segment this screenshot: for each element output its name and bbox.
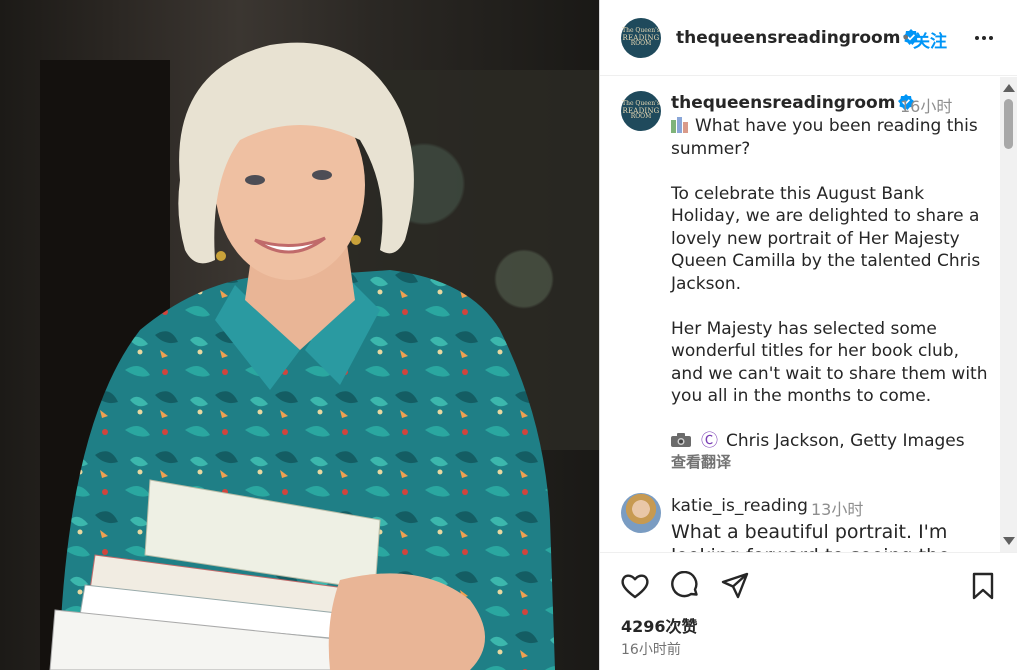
share-paper-plane-icon[interactable]	[720, 571, 750, 601]
scroll-up-arrow-icon[interactable]	[1003, 84, 1015, 92]
header-separator: •	[901, 28, 911, 47]
follow-button[interactable]: 关注	[913, 27, 947, 52]
like-heart-icon[interactable]	[620, 571, 650, 601]
caption-username-text[interactable]: thequeensreadingroom	[671, 93, 895, 113]
post-actions: 4296次赞 16小时前	[600, 552, 1017, 670]
caption-paragraph-3: Her Majesty has selected some wonderful …	[671, 318, 993, 407]
portrait-illustration	[49, 42, 555, 670]
caption-time[interactable]: 16小时	[900, 93, 952, 117]
more-options-icon[interactable]	[972, 28, 996, 48]
header-username[interactable]: thequeensreadingroom	[676, 28, 920, 48]
camera-emoji-icon	[671, 433, 691, 447]
like-count[interactable]: 4296次赞	[621, 613, 698, 637]
caption-text: What have you been reading this summer? …	[671, 115, 991, 453]
account-avatar[interactable]: The Queen's READING ROOM	[621, 18, 661, 58]
see-translation-button[interactable]: 查看翻译	[671, 451, 731, 472]
caption-paragraph-2: To celebrate this August Bank Holiday, w…	[671, 183, 986, 294]
post-timestamp[interactable]: 16小时前	[621, 639, 681, 659]
comments-list[interactable]: The Queen's READING ROOM thequeensreadin…	[600, 77, 1017, 552]
caption-username[interactable]: thequeensreadingroom	[671, 93, 915, 113]
avatar-text-line3: ROOM	[630, 113, 652, 121]
commenter-avatar[interactable]	[621, 493, 661, 533]
post-photo[interactable]	[0, 0, 599, 670]
photo-credit: Chris Jackson, Getty Images	[726, 431, 965, 451]
comment-bubble-icon[interactable]	[670, 571, 700, 601]
comment-time[interactable]: 13小时	[811, 496, 863, 520]
post-side-panel: The Queen's READING ROOM thequeensreadin…	[599, 0, 1017, 670]
comments-scrollbar[interactable]	[1000, 77, 1017, 552]
caption-line1: What have you been reading this summer?	[671, 116, 984, 159]
scroll-down-arrow-icon[interactable]	[1003, 537, 1015, 545]
commenter-username[interactable]: katie_is_reading	[671, 496, 808, 516]
copyright-icon: Ⓒ	[701, 431, 718, 451]
scrollbar-thumb[interactable]	[1004, 99, 1013, 149]
header-username-text[interactable]: thequeensreadingroom	[676, 28, 900, 48]
comment-text: What a beautiful portrait. I'm looking f…	[671, 521, 950, 552]
avatar-text-line3: ROOM	[630, 40, 652, 48]
caption-avatar[interactable]: The Queen's READING ROOM	[621, 91, 661, 131]
books-emoji-icon	[671, 117, 689, 133]
post-header: The Queen's READING ROOM thequeensreadin…	[600, 0, 1017, 76]
save-bookmark-icon[interactable]	[968, 571, 998, 601]
